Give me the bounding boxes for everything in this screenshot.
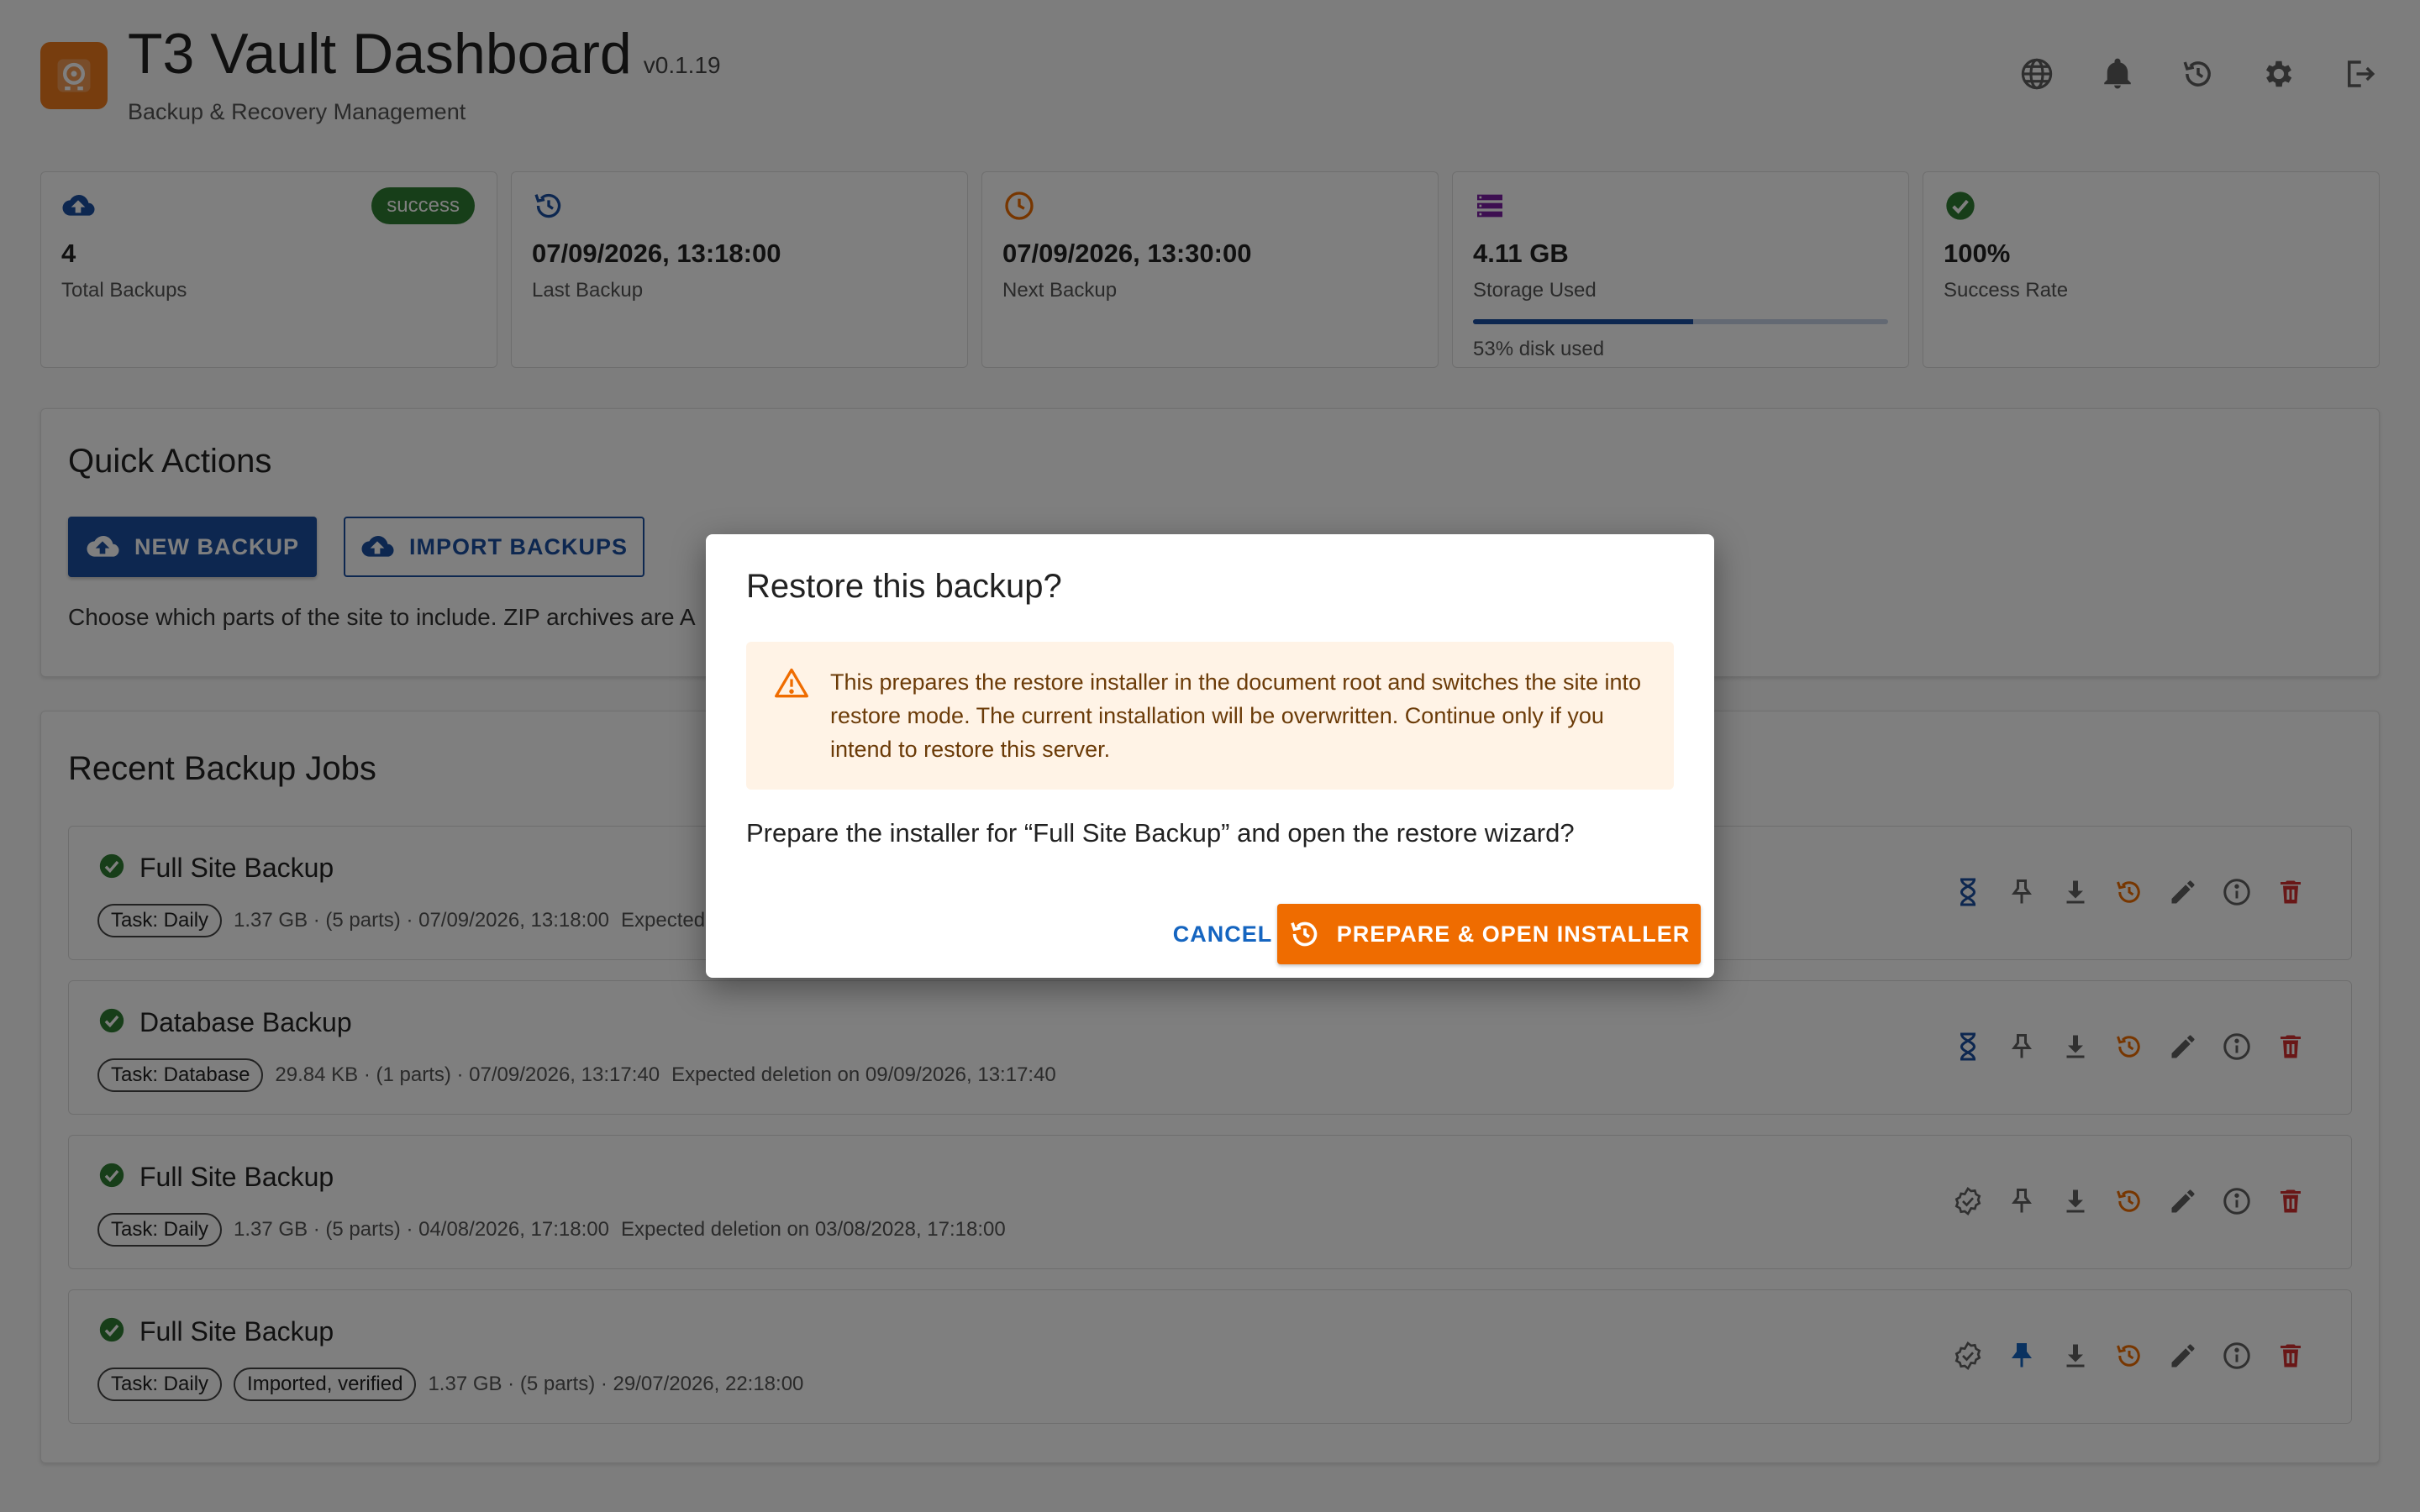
dialog-question: Prepare the installer for “Full Site Bac… <box>746 818 1575 848</box>
dialog-title: Restore this backup? <box>746 568 1062 605</box>
warning-alert: This prepares the restore installer in t… <box>746 642 1674 790</box>
warning-icon <box>775 668 808 698</box>
restore-dialog: Restore this backup? This prepares the r… <box>706 534 1714 978</box>
restore-icon <box>1290 921 1318 947</box>
prepare-open-installer-button[interactable]: PREPARE & OPEN INSTALLER <box>1277 904 1701 964</box>
dashboard-page: T3 Vault Dashboardv0.1.19 Backup & Recov… <box>0 0 2420 1512</box>
warning-text: This prepares the restore installer in t… <box>830 669 1641 762</box>
prepare-open-installer-label: PREPARE & OPEN INSTALLER <box>1336 921 1691 947</box>
